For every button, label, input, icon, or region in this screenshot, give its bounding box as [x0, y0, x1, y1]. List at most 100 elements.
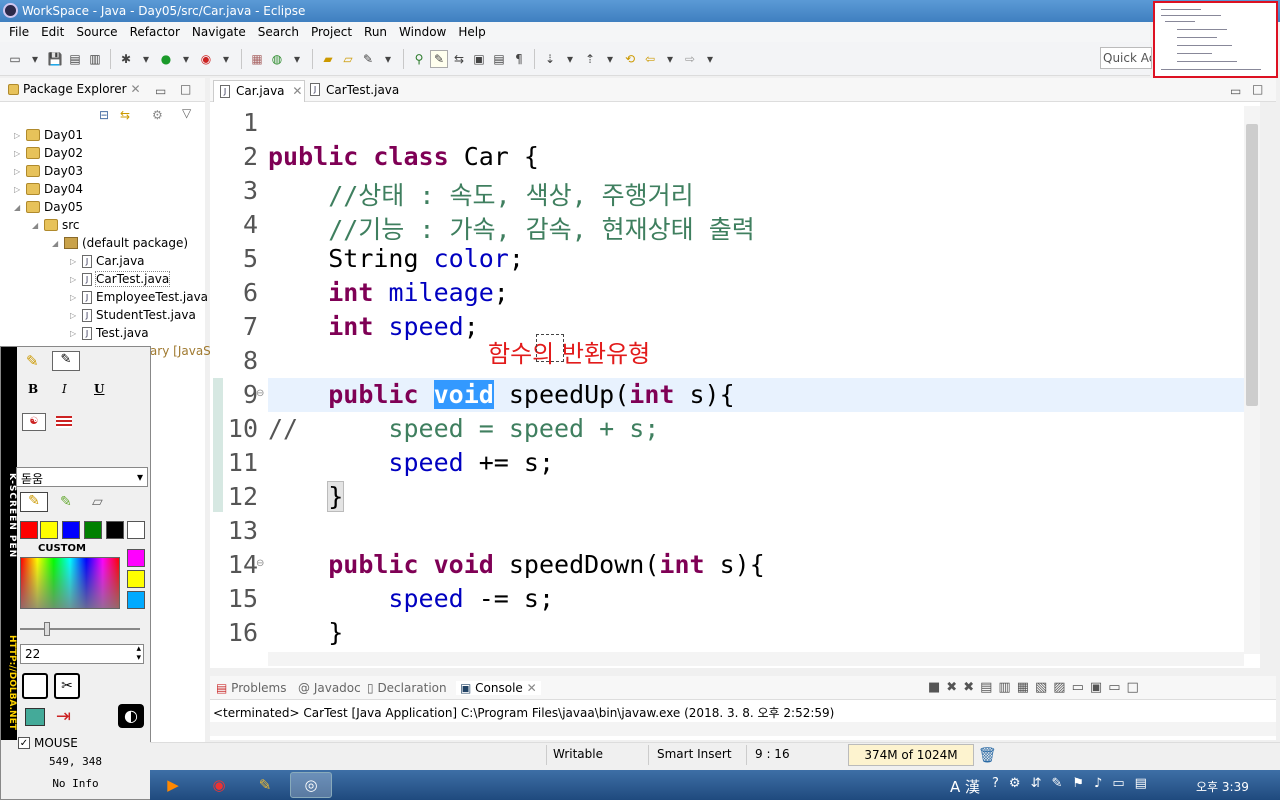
open-console-icon[interactable]: ▣: [1090, 680, 1102, 695]
clock[interactable]: 오후 3:39: [1196, 778, 1249, 795]
show-on-output-icon[interactable]: ▦: [1017, 680, 1029, 695]
next-annotation-icon[interactable]: ⇆: [450, 50, 468, 68]
show-on-error-icon[interactable]: ▧: [1035, 680, 1047, 695]
chevron-down-icon[interactable]: ▽: [182, 106, 191, 120]
word-wrap-icon[interactable]: ▥: [998, 680, 1010, 695]
dropdown-icon[interactable]: ▾: [661, 50, 679, 68]
maximize-icon[interactable]: □: [1126, 680, 1138, 695]
usb-icon[interactable]: ✎: [1051, 776, 1062, 791]
dropdown-icon[interactable]: ▾: [177, 50, 195, 68]
invert-icon[interactable]: ◐: [118, 704, 144, 728]
color-palette[interactable]: [20, 557, 120, 609]
tab-javadoc[interactable]: @ Javadoc: [298, 681, 361, 695]
color-swatch-green[interactable]: [84, 521, 102, 539]
tree-item[interactable]: ▷ J Car.java: [70, 254, 145, 268]
view-menu-icon[interactable]: ⚙: [152, 108, 163, 122]
block-select-icon[interactable]: ▤: [490, 50, 508, 68]
display-console-icon[interactable]: ▭: [1072, 680, 1084, 695]
dropdown-icon[interactable]: ▾: [701, 50, 719, 68]
settings-icon[interactable]: ⚙: [1009, 776, 1021, 791]
terminate-icon[interactable]: ■: [928, 680, 940, 695]
underline-button[interactable]: U: [94, 382, 104, 396]
menu-help[interactable]: Help: [452, 25, 491, 39]
pin-icon[interactable]: ⚲: [410, 50, 428, 68]
us-flag-icon[interactable]: [56, 416, 72, 428]
flag-icon[interactable]: ⚑: [1072, 776, 1084, 791]
package-explorer-tab[interactable]: Package Explorer ✕: [8, 82, 141, 96]
dropdown-icon[interactable]: ▾: [217, 50, 235, 68]
bold-button[interactable]: B: [28, 382, 38, 396]
dropdown-icon[interactable]: ▾: [601, 50, 619, 68]
tab-console[interactable]: ▣ Console ✕: [456, 681, 541, 695]
color-swatch-yellow[interactable]: [40, 521, 58, 539]
pen-icon[interactable]: ✎: [26, 352, 39, 370]
remove-all-icon[interactable]: ✖: [963, 680, 974, 695]
open-folder-icon[interactable]: ▱: [339, 50, 357, 68]
italic-button[interactable]: I: [62, 382, 67, 396]
screen-thumbnail[interactable]: [1153, 1, 1278, 78]
custom-swatch-yellow[interactable]: [127, 570, 145, 588]
pen-tool-icon[interactable]: ✎: [20, 492, 48, 512]
menu-window[interactable]: Window: [393, 25, 452, 39]
menu-search[interactable]: Search: [252, 25, 305, 39]
ime-indicator[interactable]: A 漢: [950, 776, 980, 797]
search-icon[interactable]: ✎: [359, 50, 377, 68]
tree-item[interactable]: ◢ (default package): [52, 236, 188, 250]
prev-edit-icon[interactable]: ⇡: [581, 50, 599, 68]
dropdown-icon[interactable]: ▾: [26, 50, 44, 68]
tree-item[interactable]: ▷ J Test.java: [70, 326, 149, 340]
wifi-icon[interactable]: ▤: [1135, 776, 1147, 791]
font-select[interactable]: 돋움 ▾: [16, 467, 148, 487]
tree-item[interactable]: ▷ J StudentTest.java: [70, 308, 196, 322]
menu-edit[interactable]: Edit: [35, 25, 70, 39]
keyboard-icon[interactable]: ▭: [1112, 776, 1124, 791]
eraser-icon[interactable]: ▱: [92, 494, 103, 510]
horizontal-scrollbar[interactable]: [268, 652, 1244, 666]
new-java-project-icon[interactable]: ▦: [248, 50, 266, 68]
menu-source[interactable]: Source: [70, 25, 123, 39]
minimize-icon[interactable]: ▭: [1108, 680, 1120, 695]
console-hscroll[interactable]: [210, 722, 1276, 736]
save-icon[interactable]: [22, 673, 48, 699]
menu-refactor[interactable]: Refactor: [124, 25, 186, 39]
tree-item[interactable]: ▷ Day03: [14, 164, 83, 178]
custom-swatch-cyan[interactable]: [127, 591, 145, 609]
debug-icon[interactable]: ✱: [117, 50, 135, 68]
tab-car-java[interactable]: J Car.java ✕: [213, 80, 305, 102]
tree-item[interactable]: ▷ Day04: [14, 182, 83, 196]
fold-icon[interactable]: ⊖: [256, 558, 264, 569]
menu-run[interactable]: Run: [358, 25, 393, 39]
pilcrow-icon[interactable]: ¶: [510, 50, 528, 68]
size-slider-handle[interactable]: [44, 622, 50, 636]
dropdown-icon[interactable]: ▾: [137, 50, 155, 68]
new-icon[interactable]: ▭: [6, 50, 24, 68]
tab-declaration[interactable]: ▯ Declaration: [367, 681, 447, 695]
pen-app-icon[interactable]: ✎: [244, 772, 286, 798]
tree-item[interactable]: ▷ J EmployeeTest.java: [70, 290, 208, 304]
screenshot-icon[interactable]: [25, 708, 45, 726]
exit-icon[interactable]: ⇥: [56, 706, 71, 727]
marker-tool-icon[interactable]: ✎: [60, 494, 72, 510]
show-whitespace-icon[interactable]: ▣: [470, 50, 488, 68]
external-tools-icon[interactable]: ◉: [197, 50, 215, 68]
remove-launch-icon[interactable]: ✖: [946, 680, 957, 695]
link-editor-icon[interactable]: ⇆: [120, 108, 130, 122]
help-icon[interactable]: ?: [992, 776, 999, 791]
tab-problems[interactable]: ▤ Problems: [216, 681, 286, 695]
open-type-icon[interactable]: ▰: [319, 50, 337, 68]
pin-console-icon[interactable]: ▨: [1053, 680, 1065, 695]
tree-item[interactable]: ◢ Day05: [14, 200, 83, 214]
minimize-icon[interactable]: ▭: [155, 84, 166, 98]
network-icon[interactable]: ⇵: [1031, 776, 1042, 791]
color-swatch-red[interactable]: [20, 521, 38, 539]
menu-project[interactable]: Project: [305, 25, 358, 39]
dropdown-icon[interactable]: ▾: [561, 50, 579, 68]
console-output[interactable]: <terminated> CarTest [Java Application] …: [210, 700, 1276, 740]
save-icon[interactable]: 💾: [46, 50, 64, 68]
run-icon[interactable]: ●: [157, 50, 175, 68]
kscreen-url[interactable]: HTTP://DOLBA.NET: [1, 620, 17, 740]
trash-icon[interactable]: 🗑: [978, 746, 997, 764]
tree-item[interactable]: ▷ J CarTest.java: [70, 271, 171, 287]
dropdown-icon[interactable]: ▾: [288, 50, 306, 68]
minimize-icon[interactable]: ▭: [1230, 84, 1241, 98]
